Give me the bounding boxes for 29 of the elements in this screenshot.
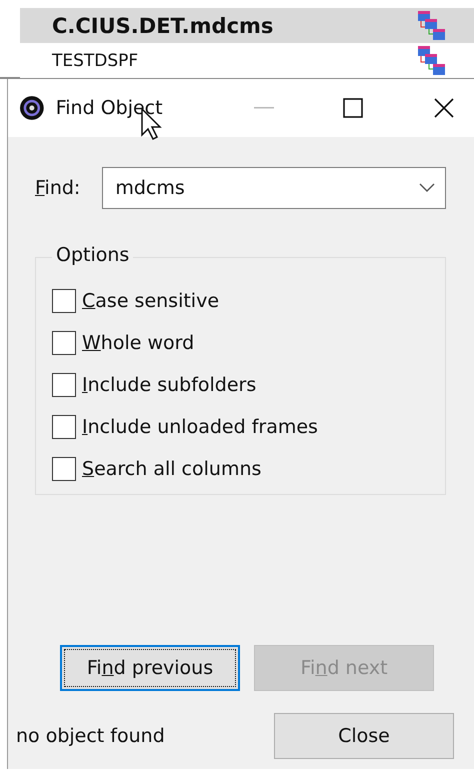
table-relation-icon bbox=[418, 46, 446, 76]
status-text: no object found bbox=[16, 725, 165, 747]
find-label: Find: bbox=[35, 177, 80, 199]
find-value: mdcms bbox=[115, 177, 185, 199]
window-title: Find Object bbox=[56, 97, 164, 119]
close-dialog-button[interactable]: Close bbox=[274, 713, 454, 759]
list-row[interactable]: TESTDSPF bbox=[20, 43, 474, 78]
table-relation-icon bbox=[418, 10, 446, 40]
checkbox[interactable] bbox=[52, 373, 76, 397]
options-legend: Options bbox=[52, 244, 134, 266]
find-button[interactable]: Find previous bbox=[60, 645, 240, 691]
app-icon bbox=[20, 96, 44, 120]
find-combobox[interactable]: mdcms bbox=[102, 167, 446, 209]
close-icon bbox=[434, 98, 454, 118]
option-label: Include subfolders bbox=[82, 374, 256, 396]
option-label: Include unloaded frames bbox=[82, 416, 318, 438]
object-name: C.CIUS.DET.mdcms bbox=[52, 14, 274, 38]
checkbox[interactable] bbox=[52, 457, 76, 481]
checkbox[interactable] bbox=[52, 331, 76, 355]
option-label: Search all columns bbox=[82, 458, 262, 480]
checkbox[interactable] bbox=[52, 289, 76, 313]
chevron-down-icon bbox=[419, 183, 435, 193]
option-label: Whole word bbox=[82, 332, 194, 354]
list-row[interactable]: C.CIUS.DET.mdcms bbox=[20, 8, 474, 43]
object-name: TESTDSPF bbox=[52, 50, 138, 70]
option-label: Case sensitive bbox=[82, 290, 220, 312]
maximize-icon bbox=[342, 98, 363, 118]
checkbox[interactable] bbox=[52, 415, 76, 439]
minimize-icon bbox=[254, 107, 274, 109]
